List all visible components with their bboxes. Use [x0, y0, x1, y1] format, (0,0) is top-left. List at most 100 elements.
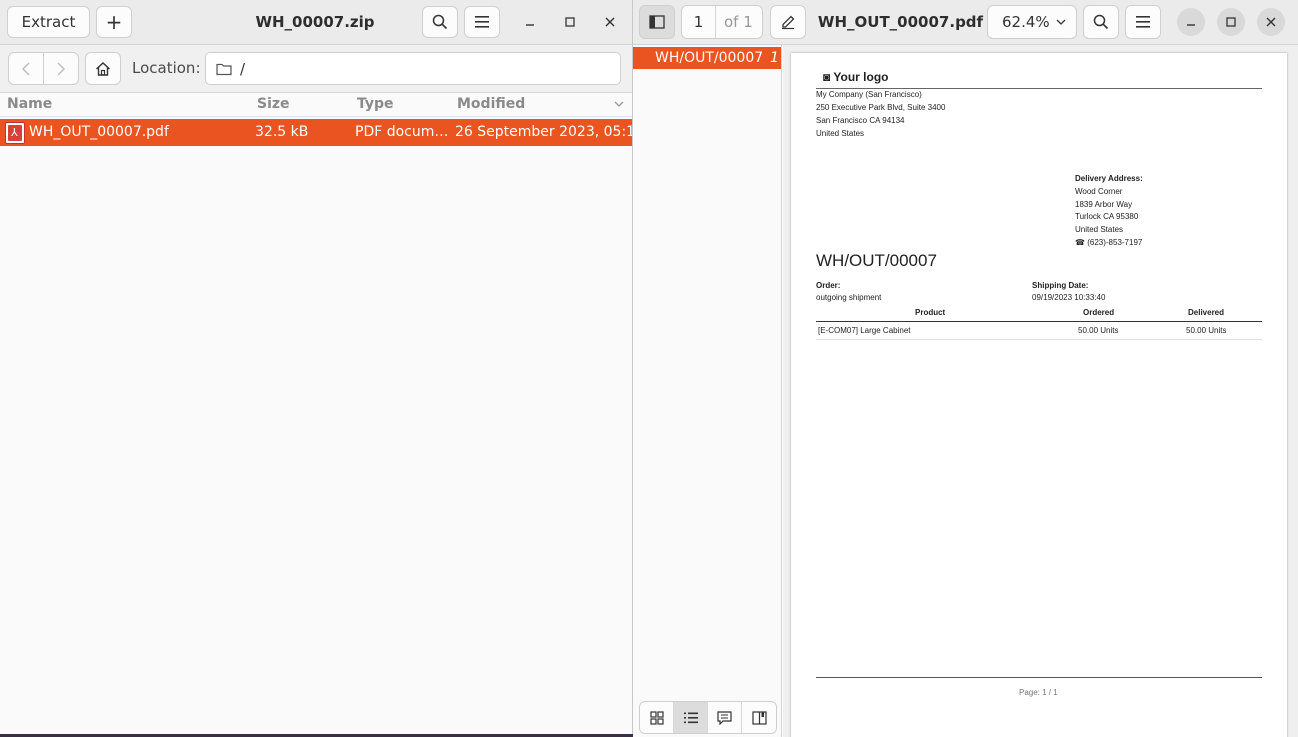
- home-button[interactable]: [85, 52, 121, 85]
- zoom-selector[interactable]: 62.4%: [987, 5, 1077, 39]
- column-name[interactable]: Name: [7, 96, 52, 112]
- extract-button[interactable]: Extract: [7, 6, 90, 38]
- col-delivered-header: Delivered: [1188, 308, 1225, 317]
- minimize-icon: [1187, 24, 1195, 26]
- zoom-level: 62.4%: [1002, 13, 1050, 31]
- close-icon: [605, 17, 615, 27]
- close-icon: [1266, 17, 1276, 27]
- file-size: 32.5 kB: [255, 124, 309, 140]
- extract-button-label: Extract: [21, 13, 76, 31]
- company-line-1: My Company (San Francisco): [816, 90, 922, 99]
- camera-icon: ◙: [823, 70, 831, 84]
- hamburger-menu-icon: [475, 16, 489, 28]
- document-canvas[interactable]: ◙ Your logo My Company (San Francisco) 2…: [783, 45, 1298, 737]
- archive-menu-button[interactable]: [464, 6, 500, 38]
- location-field[interactable]: /: [205, 52, 621, 85]
- column-modified[interactable]: Modified: [457, 96, 525, 112]
- outline-item-label: WH/OUT/00007: [655, 50, 764, 66]
- file-list-header: Name Size Type Modified: [0, 93, 632, 117]
- outline-item-page: 1: [770, 50, 779, 66]
- pdf-page: ◙ Your logo My Company (San Francisco) 2…: [791, 53, 1287, 737]
- viewer-search-button[interactable]: [1083, 5, 1119, 39]
- logo-text: Your logo: [833, 70, 889, 84]
- delivery-line-2: 1839 Arbor Way: [1075, 200, 1133, 209]
- table-header-rule: [816, 321, 1262, 322]
- phone: ☎ (623)-853-7197: [1075, 238, 1142, 248]
- col-product-header: Product: [915, 308, 946, 317]
- annotations-view-button[interactable]: [708, 702, 742, 733]
- bookmarks-view-button[interactable]: [742, 702, 776, 733]
- footer-rule: [816, 677, 1262, 678]
- phone-number: (623)-853-7197: [1087, 238, 1143, 247]
- forward-button[interactable]: [43, 52, 79, 85]
- hamburger-menu-icon: [1136, 16, 1150, 28]
- thumbnails-view-button[interactable]: [640, 702, 674, 733]
- sidebar-toggle-button[interactable]: [639, 5, 675, 39]
- header-rule: [816, 88, 1262, 89]
- page-total: of 1: [724, 13, 753, 31]
- sidebar-icon: [649, 15, 665, 29]
- location-label: Location:: [132, 59, 201, 77]
- minimize-icon: [526, 24, 534, 26]
- shipping-date-label: Shipping Date:: [1032, 281, 1089, 290]
- company-line-4: United States: [816, 129, 865, 138]
- search-icon: [432, 14, 448, 30]
- column-size[interactable]: Size: [257, 96, 290, 112]
- line-delivered: 50.00 Units: [1186, 326, 1227, 335]
- pdf-file-icon: ⅄: [5, 122, 25, 144]
- page-footer: Page: 1 / 1: [1019, 688, 1058, 697]
- outline-sidebar: WH/OUT/00007 1: [633, 45, 782, 737]
- page-selector: 1 of 1: [681, 5, 763, 39]
- delivery-line-3: Turlock CA 95380: [1075, 212, 1139, 221]
- back-button[interactable]: [8, 52, 44, 85]
- home-icon: [96, 61, 110, 76]
- document-viewer-window: 1 of 1 WH_OUT_00007.pdf 62.4% WH/OUT/000…: [633, 0, 1298, 737]
- maximize-button[interactable]: [555, 7, 585, 37]
- viewer-maximize-button[interactable]: [1217, 8, 1245, 36]
- grid-icon: [649, 710, 664, 725]
- order-label: Order:: [816, 281, 841, 290]
- chevron-down-icon: [1056, 19, 1066, 25]
- list-icon: [683, 712, 698, 723]
- close-button[interactable]: [595, 7, 625, 37]
- phone-icon: ☎: [1075, 238, 1085, 247]
- delivery-line-4: United States: [1075, 225, 1124, 234]
- folder-icon: [216, 63, 232, 75]
- chevron-right-icon: [57, 62, 65, 75]
- delivery-label: Delivery Address:: [1075, 174, 1143, 183]
- archive-window-title: WH_00007.zip: [255, 13, 375, 31]
- file-name: WH_OUT_00007.pdf: [29, 124, 169, 140]
- location-path: /: [240, 59, 246, 78]
- sort-chevron-down-icon[interactable]: [614, 101, 624, 108]
- comment-icon: [717, 710, 732, 725]
- file-type: PDF docum…: [355, 124, 449, 140]
- minimize-button[interactable]: [515, 7, 545, 37]
- viewer-close-button[interactable]: [1257, 8, 1285, 36]
- search-icon: [1093, 14, 1109, 30]
- logo: ◙ Your logo: [823, 70, 888, 84]
- archive-search-button[interactable]: [422, 6, 458, 38]
- outline-view-button[interactable]: [674, 702, 708, 733]
- line-product: [E-COM07] Large Cabinet: [818, 326, 911, 335]
- col-ordered-header: Ordered: [1083, 308, 1115, 317]
- maximize-icon: [1226, 17, 1236, 27]
- add-files-button[interactable]: +: [96, 6, 132, 38]
- location-bar: Location: /: [0, 45, 632, 93]
- file-row[interactable]: ⅄ WH_OUT_00007.pdf 32.5 kB PDF docum… 26…: [0, 119, 632, 146]
- page-number-input[interactable]: 1: [682, 6, 716, 38]
- viewer-menu-button[interactable]: [1125, 5, 1161, 39]
- delivery-line-1: Wood Corner: [1075, 187, 1123, 196]
- annotate-button[interactable]: [770, 5, 806, 39]
- viewer-window-title: WH_OUT_00007.pdf: [817, 13, 984, 31]
- archive-manager-window: Extract + WH_00007.zip Location: / Name …: [0, 0, 633, 734]
- line-ordered: 50.00 Units: [1078, 326, 1119, 335]
- chevron-left-icon: [22, 62, 30, 75]
- outline-item[interactable]: WH/OUT/00007 1: [633, 47, 781, 69]
- order-value: outgoing shipment: [816, 293, 882, 302]
- pencil-icon: [782, 15, 795, 30]
- plus-icon: +: [105, 10, 123, 34]
- document-reference: WH/OUT/00007: [816, 251, 937, 270]
- viewer-minimize-button[interactable]: [1177, 8, 1205, 36]
- column-type[interactable]: Type: [357, 96, 394, 112]
- maximize-icon: [565, 17, 575, 27]
